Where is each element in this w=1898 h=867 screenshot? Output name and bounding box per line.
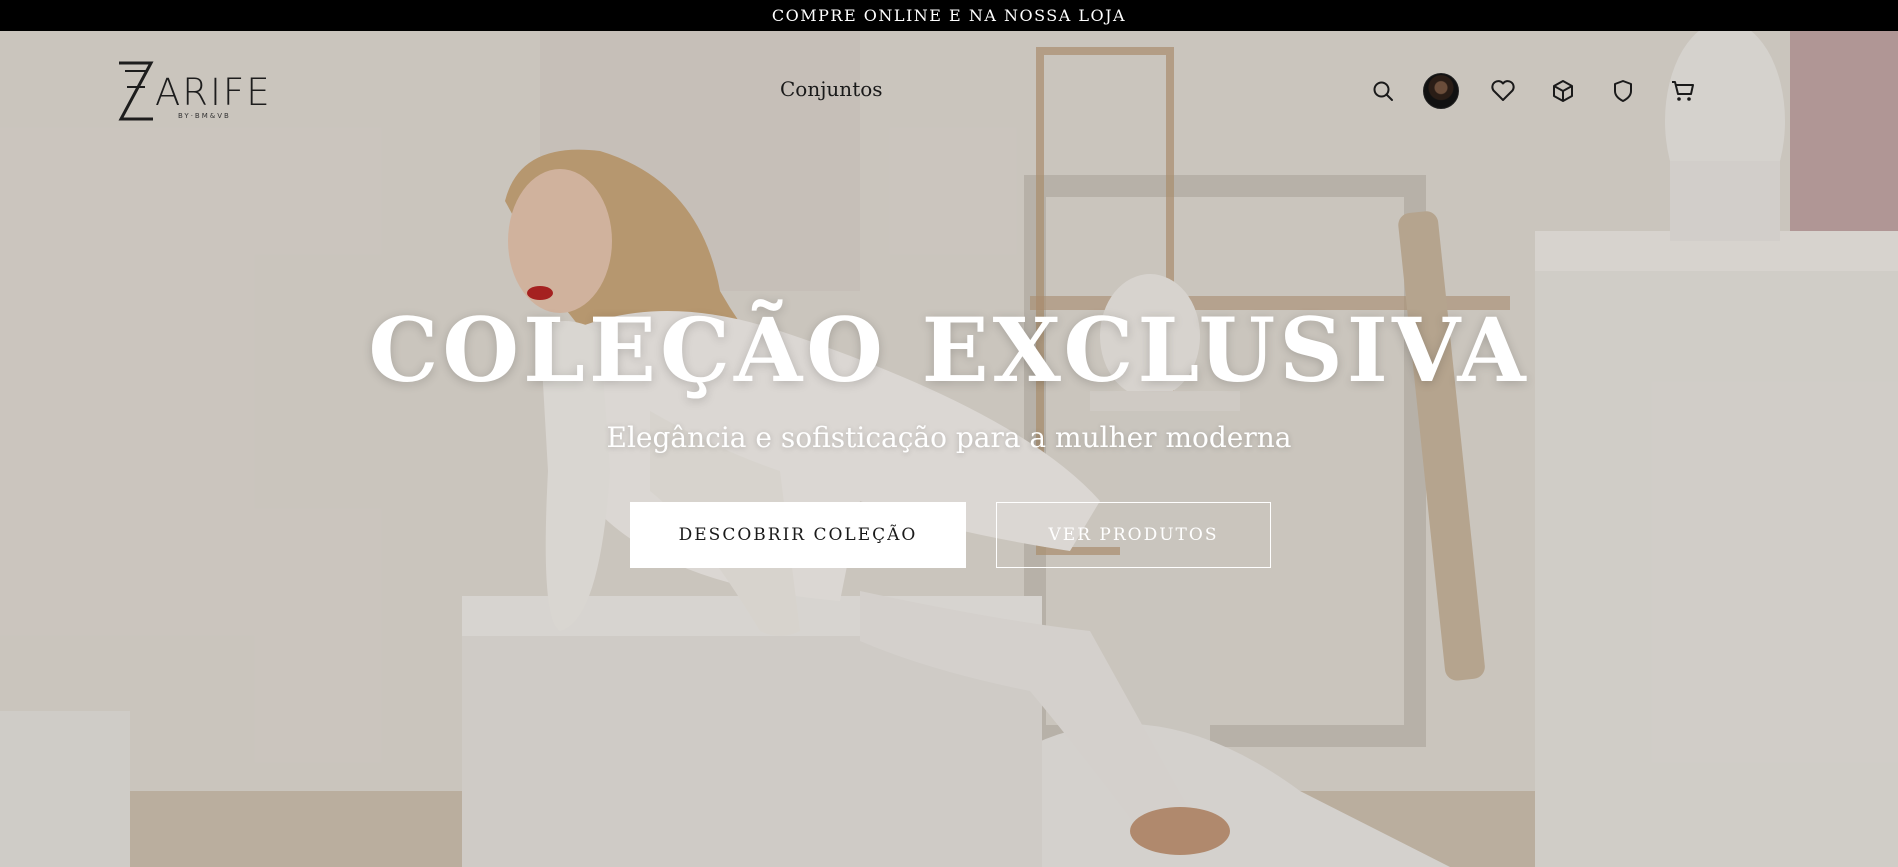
header-icon-group: [1360, 73, 1710, 109]
brand-logo[interactable]: ARIFE BY·BM&VB: [117, 59, 270, 129]
announcement-bar: COMPRE ONLINE E NA NOSSA LOJA: [0, 0, 1898, 31]
logo-z-mark: [118, 61, 154, 121]
shield-icon[interactable]: [1605, 73, 1641, 109]
site-header: ARIFE BY·BM&VB Conjuntos: [0, 31, 1898, 151]
announcement-text: COMPRE ONLINE E NA NOSSA LOJA: [771, 6, 1127, 25]
box-icon[interactable]: [1545, 73, 1581, 109]
discover-collection-button[interactable]: DESCOBRIR COLEÇÃO: [630, 502, 966, 568]
user-avatar[interactable]: [1423, 73, 1459, 109]
nav-link-conjuntos[interactable]: Conjuntos: [780, 77, 883, 101]
avatar: [1423, 73, 1459, 109]
hero-title: COLEÇÃO EXCLUSIVA: [368, 298, 1530, 402]
brand-name: ARIFE: [155, 71, 272, 114]
brand-tagline: BY·BM&VB: [178, 112, 231, 120]
cart-icon[interactable]: [1665, 73, 1701, 109]
hero-subtitle: Elegância e sofisticação para a mulher m…: [606, 421, 1292, 454]
view-products-button[interactable]: VER PRODUTOS: [996, 502, 1271, 568]
heart-icon[interactable]: [1485, 73, 1521, 109]
search-icon[interactable]: [1365, 73, 1401, 109]
